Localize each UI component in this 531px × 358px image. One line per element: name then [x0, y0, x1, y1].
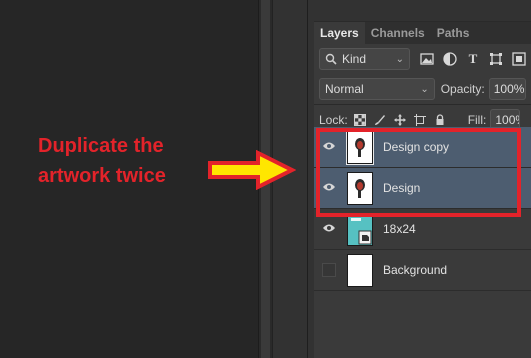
layer-name: 18x24: [383, 222, 416, 236]
adjustment-filter-icon[interactable]: [443, 52, 457, 66]
chevron-down-icon: ⌄: [420, 83, 429, 95]
filter-row: Kind ⌄ T: [314, 44, 531, 74]
layer-thumbnail: [347, 253, 373, 287]
type-filter-icon[interactable]: T: [466, 52, 480, 66]
layer-thumbnail: [347, 212, 373, 246]
panel-tabs: Layers Channels Paths: [314, 22, 531, 44]
highlight-box: [316, 128, 521, 217]
lock-transparent-pixels-icon[interactable]: [353, 114, 366, 126]
search-icon: [325, 53, 337, 65]
smart-object-filter-icon[interactable]: [512, 52, 526, 66]
lock-artboard-icon[interactable]: [413, 114, 426, 126]
blend-mode-label: Normal: [325, 82, 364, 96]
tab-layers[interactable]: Layers: [314, 22, 365, 44]
lock-image-pixels-icon[interactable]: [374, 114, 386, 126]
tab-paths[interactable]: Paths: [431, 22, 476, 44]
visibility-toggle[interactable]: [322, 263, 336, 277]
annotation-line: artwork twice: [38, 165, 166, 187]
divider: [307, 0, 308, 358]
layer-row-background[interactable]: Background: [314, 250, 531, 291]
opacity-label: Opacity:: [440, 82, 485, 96]
fill-label: Fill:: [467, 113, 487, 127]
layer-name: Background: [383, 263, 448, 277]
chevron-down-icon: ⌄: [395, 53, 404, 65]
annotation-text: Duplicate the artwork twice: [38, 131, 208, 191]
arrow-icon: [208, 150, 296, 190]
lock-position-icon[interactable]: [393, 114, 406, 126]
shape-filter-icon[interactable]: [489, 52, 503, 66]
lock-label: Lock:: [319, 113, 348, 127]
blend-mode-select[interactable]: Normal ⌄: [319, 78, 435, 100]
filter-kind-label: Kind: [342, 52, 367, 66]
panel-top-strip: [314, 0, 531, 22]
opacity-input[interactable]: 100%: [488, 78, 526, 100]
lock-all-icon[interactable]: [434, 114, 446, 126]
tab-channels[interactable]: Channels: [365, 22, 431, 44]
eye-icon[interactable]: [314, 222, 344, 236]
image-filter-icon[interactable]: [420, 52, 434, 66]
annotation-line: Duplicate the: [38, 135, 164, 157]
blend-row: Normal ⌄ Opacity: 100%: [314, 74, 531, 104]
filter-kind-select[interactable]: Kind ⌄: [319, 48, 410, 70]
